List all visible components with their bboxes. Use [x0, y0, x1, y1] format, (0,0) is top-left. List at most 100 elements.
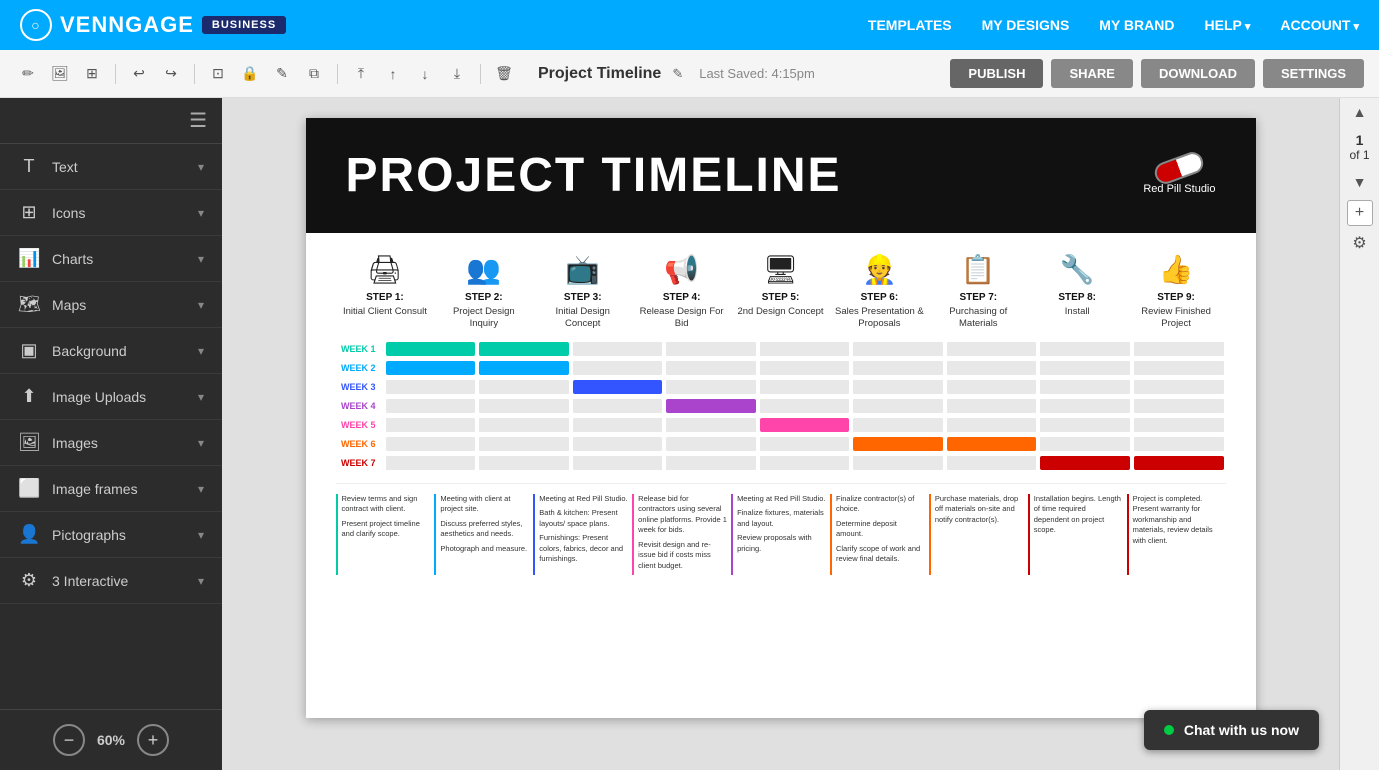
last-saved: Last Saved: 4:15pm: [699, 66, 815, 81]
notes-item: Finalize contractor(s) of choice.: [836, 494, 925, 515]
toolbar-sep-3: [337, 64, 338, 84]
zoom-in-button[interactable]: +: [137, 724, 169, 756]
step-num-8: STEP 8:: [1058, 292, 1096, 304]
week-label-7: WEEK 7: [336, 458, 384, 468]
week-cell-2-3: [573, 361, 663, 375]
toolbar-icon-crop[interactable]: ⊡: [205, 61, 231, 87]
page-settings-icon[interactable]: ⚙: [1347, 230, 1373, 256]
toolbar-icon-grid[interactable]: ⊞: [79, 61, 105, 87]
week-cell-1-3: [573, 342, 663, 356]
publish-button[interactable]: PUBLISH: [950, 59, 1043, 88]
sidebar-item-charts[interactable]: 📊 Charts ▾: [0, 236, 222, 282]
week-cells-7: [384, 456, 1226, 470]
notes-item: Clarify scope of work and review final d…: [836, 544, 925, 565]
toolbar-icon-undo[interactable]: ↩: [126, 61, 152, 87]
canvas-area[interactable]: PROJECT TIMELINE Red Pill Studio 🖨 STEP …: [222, 98, 1339, 770]
toolbar-icon-pen[interactable]: ✏: [15, 61, 41, 87]
sidebar-item-maps[interactable]: 🗺 Maps ▾: [0, 282, 222, 328]
week-cell-4-6: [853, 399, 943, 413]
toolbar-icon-redo[interactable]: ↪: [158, 61, 184, 87]
week-cell-1-8: [1040, 342, 1130, 356]
page-of: of 1: [1349, 148, 1369, 162]
toolbar-icon-image[interactable]: 🖼: [47, 61, 73, 87]
download-button[interactable]: DOWNLOAD: [1141, 59, 1255, 88]
step-title-5: 2nd Design Concept: [737, 306, 823, 318]
hamburger-menu[interactable]: ☰: [0, 98, 222, 144]
nav-my-designs[interactable]: MY DESIGNS: [982, 17, 1070, 33]
sidebar-item-image-uploads[interactable]: ⬆ Image Uploads ▾: [0, 374, 222, 420]
sidebar-icon-5: ⬆: [18, 386, 40, 407]
sidebar-item-pictographs[interactable]: 👤 Pictographs ▾: [0, 512, 222, 558]
week-cell-7-6: [853, 456, 943, 470]
sidebar-arrow-0: ▾: [198, 160, 204, 174]
scroll-down-button[interactable]: ▼: [1346, 168, 1374, 196]
sidebar-icon-0: T: [18, 156, 40, 177]
toolbar-icon-edit[interactable]: ✎: [269, 61, 295, 87]
brand-name: VENNGAGE: [60, 12, 194, 38]
settings-button[interactable]: SETTINGS: [1263, 59, 1364, 88]
week-cell-6-1: [386, 437, 476, 451]
week-row-4: WEEK 4: [336, 398, 1226, 414]
share-button[interactable]: SHARE: [1051, 59, 1133, 88]
step-icon-9: 👍: [1159, 253, 1194, 286]
week-row-6: WEEK 6: [336, 436, 1226, 452]
toolbar-icon-trash[interactable]: 🗑: [491, 61, 517, 87]
nav-help[interactable]: HELP: [1205, 17, 1251, 33]
nav-templates[interactable]: TEMPLATES: [868, 17, 952, 33]
sidebar-icon-6: 🖼: [18, 432, 40, 453]
sidebar-item-3-interactive[interactable]: ⚙ 3 Interactive ▾: [0, 558, 222, 604]
toolbar-icon-move-bottom[interactable]: ⤓: [444, 61, 470, 87]
toolbar-icon-copy[interactable]: ⧉: [301, 61, 327, 87]
step-col-9: 👍 STEP 9: Review Finished Project: [1127, 253, 1226, 331]
sidebar-item-icons[interactable]: ⊞ Icons ▾: [0, 190, 222, 236]
week-cell-6-3: [573, 437, 663, 451]
week-label-4: WEEK 4: [336, 401, 384, 411]
step-title-8: Install: [1065, 306, 1090, 318]
notes-item: Finalize fixtures, materials and layout.: [737, 508, 826, 529]
notes-col-8: Installation begins. Length of time requ…: [1028, 494, 1127, 576]
chat-widget[interactable]: Chat with us now: [1144, 710, 1319, 750]
sidebar-arrow-2: ▾: [198, 252, 204, 266]
title-edit-icon[interactable]: ✎: [672, 66, 683, 82]
notes-col-3: Meeting at Red Pill Studio.Bath & kitche…: [533, 494, 632, 576]
document-title: Project Timeline: [538, 65, 661, 83]
notes-item: Furnishings: Present colors, fabrics, de…: [539, 533, 628, 565]
week-cell-7-9: [1134, 456, 1224, 470]
week-cell-2-2: [479, 361, 569, 375]
step-num-1: STEP 1:: [366, 292, 404, 304]
red-pill-text: Red Pill Studio: [1143, 183, 1215, 195]
chat-label: Chat with us now: [1184, 722, 1299, 738]
sidebar-item-text[interactable]: T Text ▾: [0, 144, 222, 190]
sidebar-item-background[interactable]: ▣ Background ▾: [0, 328, 222, 374]
nav-my-brand[interactable]: MY BRAND: [1099, 17, 1174, 33]
step-icon-6: 👷: [862, 253, 897, 286]
notes-item: Bath & kitchen: Present layouts/ space p…: [539, 508, 628, 529]
sidebar-label-8: Pictographs: [52, 527, 126, 543]
add-page-button[interactable]: +: [1347, 200, 1373, 226]
week-cell-3-1: [386, 380, 476, 394]
zoom-out-button[interactable]: −: [53, 724, 85, 756]
toolbar-icon-move-top[interactable]: ⤒: [348, 61, 374, 87]
canvas-document: PROJECT TIMELINE Red Pill Studio 🖨 STEP …: [306, 118, 1256, 718]
page-indicator: 1 of 1: [1349, 126, 1369, 168]
toolbar-icon-move-down[interactable]: ↓: [412, 61, 438, 87]
sidebar-item-image-frames[interactable]: ⬜ Image frames ▾: [0, 466, 222, 512]
week-cell-3-3: [573, 380, 663, 394]
toolbar-icon-lock[interactable]: 🔒: [237, 61, 263, 87]
weeks-section: WEEK 1WEEK 2WEEK 3WEEK 4WEEK 5WEEK 6WEEK…: [336, 341, 1226, 471]
nav-account[interactable]: ACCOUNT: [1280, 17, 1359, 33]
toolbar-sep-2: [194, 64, 195, 84]
sidebar-label-2: Charts: [52, 251, 93, 267]
week-cell-2-6: [853, 361, 943, 375]
business-badge: BUSINESS: [202, 16, 286, 34]
week-cell-6-8: [1040, 437, 1130, 451]
right-scrollbar: ▲ 1 of 1 ▼ + ⚙: [1339, 98, 1379, 770]
week-cells-6: [384, 437, 1226, 451]
sidebar-item-images[interactable]: 🖼 Images ▾: [0, 420, 222, 466]
scroll-up-button[interactable]: ▲: [1346, 98, 1374, 126]
week-cell-1-7: [947, 342, 1037, 356]
step-num-2: STEP 2:: [465, 292, 503, 304]
week-label-1: WEEK 1: [336, 344, 384, 354]
toolbar-icon-move-up[interactable]: ↑: [380, 61, 406, 87]
sidebar: ☰ T Text ▾ ⊞ Icons ▾ 📊 Charts ▾ 🗺 Maps ▾…: [0, 98, 222, 770]
